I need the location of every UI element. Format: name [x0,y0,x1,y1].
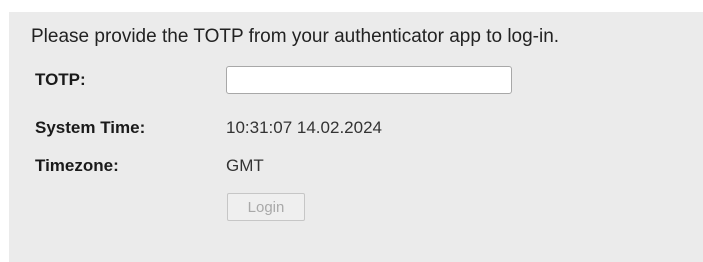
login-button[interactable]: Login [227,193,305,221]
totp-login-panel: Please provide the TOTP from your authen… [9,12,703,262]
system-time-label: System Time: [35,118,146,137]
totp-label: TOTP: [35,70,86,89]
timezone-label: Timezone: [35,156,119,175]
totp-input[interactable] [226,66,512,94]
instruction-text: Please provide the TOTP from your authen… [31,26,560,47]
system-time-value: 10:31:07 14.02.2024 [226,118,382,137]
timezone-value: GMT [226,156,264,175]
